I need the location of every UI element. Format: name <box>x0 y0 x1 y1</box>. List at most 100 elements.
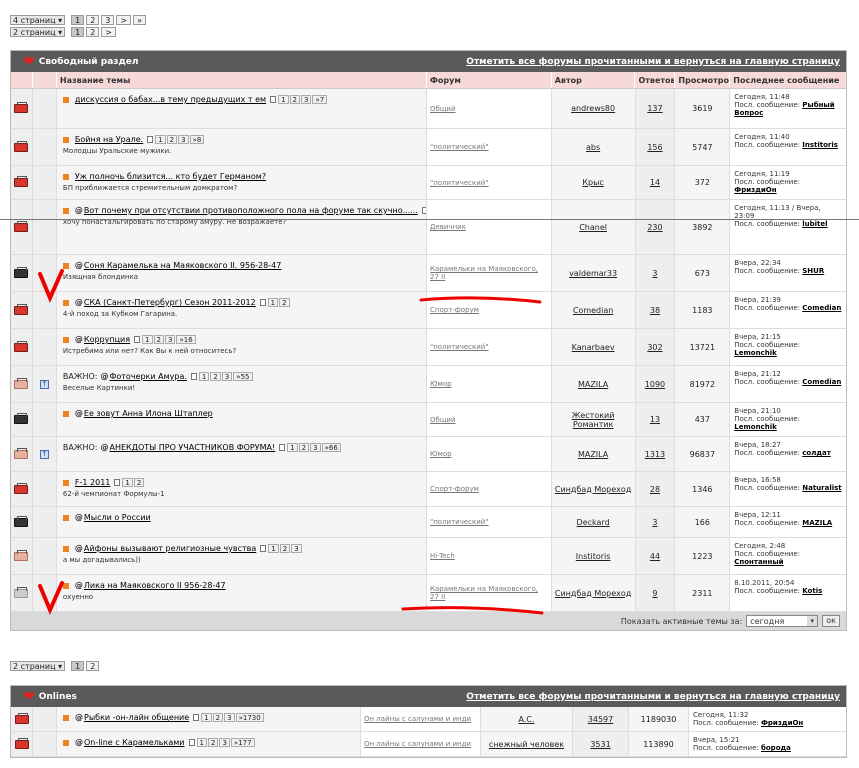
topic-page-link[interactable]: 2 <box>212 713 224 722</box>
topic-author-link[interactable]: Kanarbaev <box>551 329 636 365</box>
topic-replies-link[interactable]: 38 <box>635 292 676 328</box>
topic-forum-link[interactable]: Спорт-форум <box>427 292 552 328</box>
last-post-user-link[interactable]: Lemonchik <box>734 423 776 431</box>
topic-replies-link[interactable]: 156 <box>635 129 676 165</box>
next-page-link[interactable]: > <box>116 14 132 25</box>
topic-replies-link[interactable]: 13 <box>635 403 676 436</box>
topic-replies-link[interactable]: 9 <box>635 575 676 611</box>
topic-author-link[interactable]: abs <box>551 129 636 165</box>
topic-author-link[interactable]: Deckard <box>551 507 636 537</box>
topic-page-link[interactable]: 1 <box>122 478 133 487</box>
topic-page-link[interactable]: »8 <box>189 135 205 144</box>
topic-page-link[interactable]: »7 <box>312 95 328 104</box>
topic-replies-link[interactable]: 14 <box>635 166 676 199</box>
last-post-user-link[interactable]: ФриздиОн <box>761 719 803 727</box>
topic-link[interactable]: On-line с Карамельками <box>84 738 185 747</box>
topic-link[interactable]: Айфоны вызывают религиозные чувства <box>84 544 256 553</box>
topic-author-link[interactable]: MAZILA <box>551 366 636 402</box>
topic-page-link[interactable]: »177 <box>230 738 255 747</box>
last-post-user-link[interactable]: Naturalist <box>802 484 841 492</box>
topic-page-link[interactable]: 2 <box>207 738 219 747</box>
topic-replies-link[interactable]: 302 <box>635 329 676 365</box>
last-post-user-link[interactable]: Institoris <box>802 141 838 149</box>
last-post-user-link[interactable]: Kotis <box>802 587 822 595</box>
topic-author-link[interactable]: andrews80 <box>551 89 636 128</box>
last-post-user-link[interactable]: SHUR <box>802 267 824 275</box>
topic-replies-link[interactable]: 44 <box>635 538 676 574</box>
last-post-user-link[interactable]: борода <box>761 744 791 752</box>
page-count-dropdown[interactable]: 4 страниц ▾ <box>10 14 66 25</box>
last-post-user-link[interactable]: ФриздиОн <box>734 186 776 194</box>
topic-link[interactable]: Рыбки -он-лайн общение <box>84 713 189 722</box>
page-link[interactable]: 1 <box>71 14 85 25</box>
topic-author-link[interactable]: снежный человек <box>481 732 573 756</box>
topic-page-link[interactable]: 3 <box>164 335 176 344</box>
topic-page-link[interactable]: 1 <box>155 135 166 144</box>
column-replies[interactable]: Ответов <box>635 72 676 88</box>
next-page-link[interactable]: > <box>101 26 116 37</box>
topic-link[interactable]: Уж полночь близится... кто будет Германо… <box>75 172 266 181</box>
last-post-user-link[interactable]: Lemonchik <box>734 349 776 357</box>
topic-page-link[interactable]: 2 <box>298 443 310 452</box>
topic-page-link[interactable]: 1 <box>201 713 212 722</box>
column-topic[interactable]: Название темы <box>57 72 427 88</box>
topic-replies-link[interactable]: 1313 <box>635 437 676 471</box>
topic-author-link[interactable]: MAZILA <box>551 437 636 471</box>
topic-author-link[interactable]: Синдбад Мореход <box>551 575 636 611</box>
topic-page-link[interactable]: 2 <box>153 335 164 344</box>
topic-replies-link[interactable]: 230 <box>635 200 676 254</box>
topic-forum-link[interactable]: "политический" <box>427 507 552 537</box>
page-link[interactable]: 1 <box>71 26 85 37</box>
topic-author-link[interactable]: Жестокий Романтик <box>551 403 636 436</box>
topic-page-link[interactable]: 1 <box>196 738 207 747</box>
topic-page-link[interactable]: 2 <box>279 544 291 553</box>
topic-forum-link[interactable]: Общий <box>427 403 552 436</box>
topic-forum-link[interactable]: Карамельки на Маяковского, 27 II <box>427 255 552 291</box>
topic-link[interactable]: Коррупция <box>84 335 130 344</box>
topic-author-link[interactable]: Крыс <box>551 166 636 199</box>
topic-replies-link[interactable]: 1090 <box>635 366 676 402</box>
topic-forum-link[interactable]: Карамельки на Маяковского, 27 II <box>427 575 552 611</box>
topic-link[interactable]: Ее зовут Анна Илона Штаплер <box>84 409 213 418</box>
topic-author-link[interactable]: Синдбад Мореход <box>551 472 636 506</box>
topic-page-link[interactable]: »16 <box>176 335 196 344</box>
topic-replies-link[interactable]: 28 <box>635 472 676 506</box>
topic-forum-link[interactable]: Hi-Tech <box>427 538 552 574</box>
topic-author-link[interactable]: valdemar33 <box>551 255 636 291</box>
topic-page-link[interactable]: 2 <box>166 135 178 144</box>
topic-link[interactable]: Бойня на Урале. <box>75 135 143 144</box>
topic-author-link[interactable]: Institoris <box>551 538 636 574</box>
topic-page-link[interactable]: 3 <box>301 95 312 104</box>
topic-forum-link[interactable]: Девичник <box>427 200 552 254</box>
last-page-link[interactable]: » <box>133 14 146 25</box>
page-link[interactable]: 2 <box>86 661 100 671</box>
topic-page-link[interactable]: 1 <box>142 335 153 344</box>
last-post-user-link[interactable]: Спонтанный <box>734 558 783 566</box>
topic-forum-link[interactable]: Юмор <box>427 437 552 471</box>
topic-page-link[interactable]: 3 <box>219 738 230 747</box>
period-select[interactable]: сегодня <box>746 615 819 627</box>
topic-page-link[interactable]: 1 <box>198 372 210 381</box>
topic-forum-link[interactable]: Он лайны с салунами и инди <box>361 732 481 756</box>
forum-title[interactable]: ❤ Свободный раздел <box>23 55 138 69</box>
page-link[interactable]: 2 <box>86 26 100 37</box>
last-post-user-link[interactable]: Comedian <box>802 304 841 312</box>
topic-author-link[interactable]: Comedian <box>551 292 636 328</box>
last-post-user-link[interactable]: MAZILA <box>802 519 832 527</box>
topic-page-link[interactable]: 2 <box>210 372 221 381</box>
column-views[interactable]: Просмотров <box>675 72 731 88</box>
topic-replies-link[interactable]: 3 <box>635 507 676 537</box>
topic-replies-link[interactable]: 137 <box>635 89 676 128</box>
page-link[interactable]: 2 <box>86 14 100 25</box>
topic-page-link[interactable]: 3 <box>224 713 235 722</box>
page-count-dropdown[interactable]: 2 страниц ▾ <box>10 661 66 671</box>
topic-replies-link[interactable]: 3 <box>635 255 676 291</box>
topic-page-link[interactable]: 2 <box>279 298 290 307</box>
column-author[interactable]: Автор <box>552 72 636 88</box>
topic-forum-link[interactable]: Спорт-форум <box>427 472 552 506</box>
topic-page-link[interactable]: 2 <box>289 95 301 104</box>
topic-forum-link[interactable]: "политический" <box>427 129 552 165</box>
topic-forum-link[interactable]: Общий <box>427 89 552 128</box>
topic-link[interactable]: Мысли о России <box>84 513 151 522</box>
mark-all-read-link[interactable]: Отметить все форумы прочитанными и верну… <box>466 57 840 67</box>
